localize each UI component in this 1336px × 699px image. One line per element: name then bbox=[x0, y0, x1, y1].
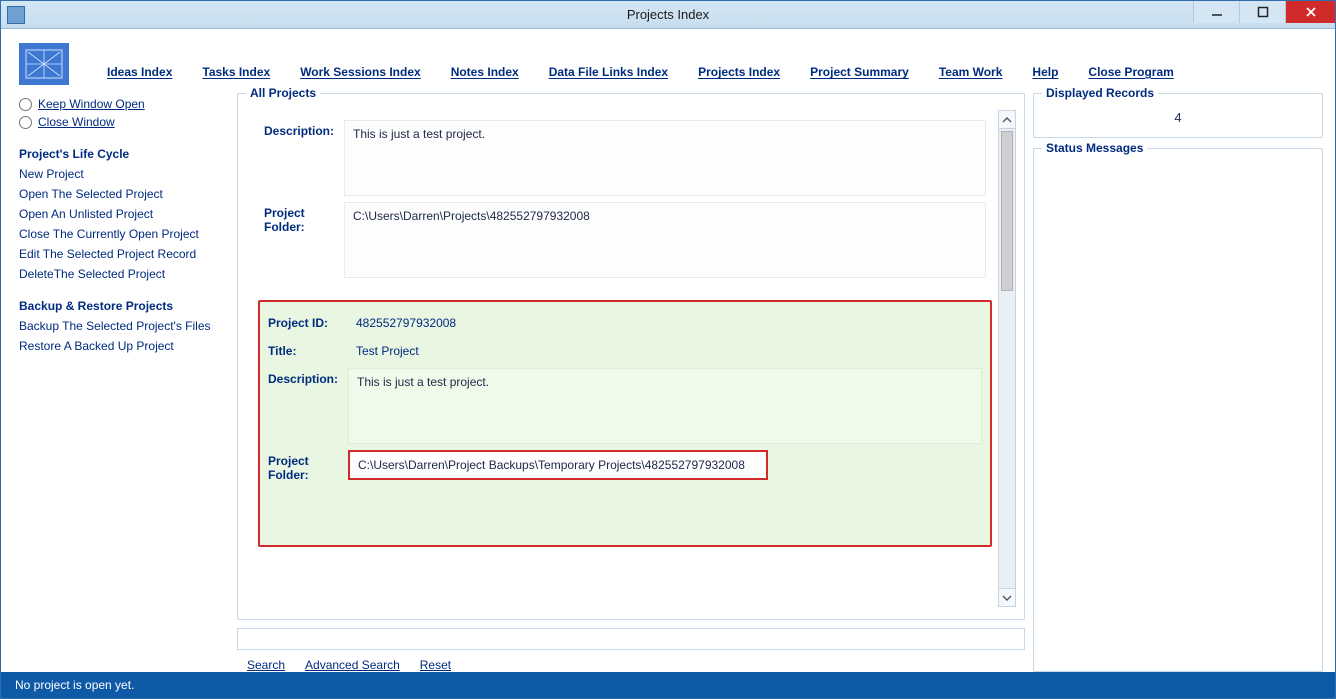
radio-close-window[interactable]: Close Window bbox=[19, 115, 229, 129]
scroll-up-button[interactable] bbox=[999, 111, 1015, 129]
projects-list: Description: This is just a test project… bbox=[252, 108, 1018, 609]
window-title: Projects Index bbox=[1, 7, 1335, 22]
label-project-id: Project ID: bbox=[268, 312, 348, 330]
app-window: Projects Index Ideas Index bbox=[0, 0, 1336, 699]
link-delete-selected-project[interactable]: DeleteThe Selected Project bbox=[19, 267, 229, 281]
displayed-records-legend: Displayed Records bbox=[1042, 86, 1158, 100]
scroll-thumb[interactable] bbox=[1001, 131, 1013, 291]
advanced-search-link[interactable]: Advanced Search bbox=[305, 658, 400, 672]
titlebar: Projects Index bbox=[1, 1, 1335, 29]
label-project-folder: Project Folder: bbox=[264, 202, 344, 235]
menu-project-summary[interactable]: Project Summary bbox=[810, 65, 909, 79]
link-open-unlisted-project[interactable]: Open An Unlisted Project bbox=[19, 207, 229, 221]
label-description: Description: bbox=[264, 120, 344, 138]
maximize-icon bbox=[1257, 6, 1269, 18]
minimize-button[interactable] bbox=[1193, 1, 1239, 23]
window-controls bbox=[1193, 1, 1335, 28]
app-logo bbox=[19, 43, 69, 85]
scroll-down-button[interactable] bbox=[999, 588, 1015, 606]
label-project-folder-sel: Project Folder: bbox=[268, 450, 348, 483]
displayed-records-groupbox: Displayed Records 4 bbox=[1033, 93, 1323, 138]
sidebar-backup-header: Backup & Restore Projects bbox=[19, 299, 229, 313]
menu-team-work[interactable]: Team Work bbox=[939, 65, 1003, 79]
app-titlebar-icon bbox=[7, 6, 25, 24]
value-project-folder-sel: C:\Users\Darren\Project Backups\Temporar… bbox=[348, 450, 768, 480]
radio-keep-open-label: Keep Window Open bbox=[38, 97, 145, 111]
link-new-project[interactable]: New Project bbox=[19, 167, 229, 181]
radio-keep-window-open[interactable]: Keep Window Open bbox=[19, 97, 229, 111]
sidebar: Keep Window Open Close Window Project's … bbox=[19, 93, 229, 672]
maximize-button[interactable] bbox=[1239, 1, 1285, 23]
main-body: Keep Window Open Close Window Project's … bbox=[1, 93, 1335, 672]
status-messages-legend: Status Messages bbox=[1042, 141, 1147, 155]
search-area: Search Advanced Search Reset bbox=[237, 628, 1025, 672]
label-title: Title: bbox=[268, 340, 348, 358]
radio-close-window-label: Close Window bbox=[38, 115, 115, 129]
link-restore-backed-up-project[interactable]: Restore A Backed Up Project bbox=[19, 339, 229, 353]
menu-projects-index[interactable]: Projects Index bbox=[698, 65, 780, 79]
projects-scrollbar[interactable] bbox=[998, 110, 1016, 607]
link-open-selected-project[interactable]: Open The Selected Project bbox=[19, 187, 229, 201]
menubar: Ideas Index Tasks Index Work Sessions In… bbox=[1, 29, 1335, 93]
radio-close-window-input[interactable] bbox=[19, 116, 32, 129]
value-description-sel: This is just a test project. bbox=[348, 368, 982, 444]
menu-data-file-links-index[interactable]: Data File Links Index bbox=[549, 65, 668, 79]
menu-notes-index[interactable]: Notes Index bbox=[451, 65, 519, 79]
reset-link[interactable]: Reset bbox=[420, 658, 451, 672]
statusbar-text: No project is open yet. bbox=[15, 678, 134, 692]
client-area: Ideas Index Tasks Index Work Sessions In… bbox=[1, 29, 1335, 698]
radio-keep-open-input[interactable] bbox=[19, 98, 32, 111]
link-edit-selected-project-record[interactable]: Edit The Selected Project Record bbox=[19, 247, 229, 261]
link-backup-selected-files[interactable]: Backup The Selected Project's Files bbox=[19, 319, 229, 333]
menu-help[interactable]: Help bbox=[1032, 65, 1058, 79]
menu-tasks-index[interactable]: Tasks Index bbox=[202, 65, 270, 79]
value-title: Test Project bbox=[348, 340, 982, 362]
chevron-down-icon bbox=[1002, 593, 1012, 603]
close-icon bbox=[1305, 6, 1317, 18]
status-messages-container: Status Messages bbox=[1033, 148, 1323, 672]
chevron-up-icon bbox=[1002, 115, 1012, 125]
value-project-id: 482552797932008 bbox=[348, 312, 982, 334]
right-column: Displayed Records 4 Status Messages bbox=[1033, 93, 1323, 672]
search-link[interactable]: Search bbox=[247, 658, 285, 672]
project-card-selected[interactable]: Project ID: 482552797932008 Title: Test … bbox=[258, 300, 992, 547]
all-projects-groupbox: All Projects Description: This is just a… bbox=[237, 93, 1025, 620]
value-description: This is just a test project. bbox=[344, 120, 986, 196]
displayed-records-value: 4 bbox=[1044, 104, 1312, 127]
all-projects-legend: All Projects bbox=[246, 86, 320, 100]
link-close-currently-open-project[interactable]: Close The Currently Open Project bbox=[19, 227, 229, 241]
close-button[interactable] bbox=[1285, 1, 1335, 23]
label-description-sel: Description: bbox=[268, 368, 348, 386]
project-icon bbox=[24, 48, 64, 80]
menu-close-program[interactable]: Close Program bbox=[1088, 65, 1173, 79]
menu-items: Ideas Index Tasks Index Work Sessions In… bbox=[107, 65, 1174, 85]
statusbar: No project is open yet. bbox=[1, 672, 1335, 698]
search-input[interactable] bbox=[237, 628, 1025, 650]
menu-ideas-index[interactable]: Ideas Index bbox=[107, 65, 172, 79]
menu-work-sessions-index[interactable]: Work Sessions Index bbox=[300, 65, 421, 79]
status-messages-groupbox: Status Messages bbox=[1033, 148, 1323, 672]
search-links: Search Advanced Search Reset bbox=[237, 658, 1025, 672]
value-project-folder: C:\Users\Darren\Projects\482552797932008 bbox=[344, 202, 986, 278]
center-column: All Projects Description: This is just a… bbox=[237, 93, 1025, 672]
minimize-icon bbox=[1211, 6, 1223, 18]
project-card[interactable]: Description: This is just a test project… bbox=[258, 114, 992, 290]
sidebar-lifecycle-header: Project's Life Cycle bbox=[19, 147, 229, 161]
